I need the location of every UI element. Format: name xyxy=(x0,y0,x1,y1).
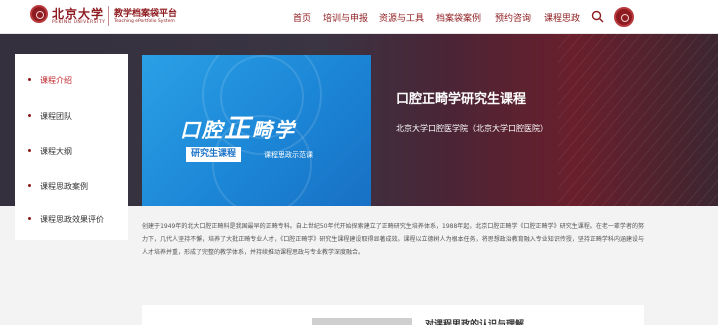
bullet-icon xyxy=(28,78,31,81)
sidebar-item-intro[interactable]: 课程介绍 xyxy=(15,75,128,86)
site-header: 北京大学 PEKING UNIVERSITY 教学档案袋平台 Teaching … xyxy=(0,0,718,34)
hero-decorative-pattern xyxy=(558,34,718,206)
sidebar-item-label: 课程思政效果评价 xyxy=(40,215,104,224)
course-banner-image: 口腔正畸学 研究生课程 课程思政示范课 xyxy=(142,55,371,206)
sidebar-item-label: 课程团队 xyxy=(40,112,72,121)
ideology-section-image xyxy=(312,318,412,325)
sidebar-item-label: 课程介绍 xyxy=(40,76,72,85)
platform-subtitle: Teaching ePortfolio System xyxy=(114,19,175,24)
banner-title: 口腔正畸学 xyxy=(180,108,296,145)
nav-training[interactable]: 培训与申报 xyxy=(323,11,368,24)
university-logo-icon[interactable] xyxy=(30,5,48,23)
platform-title[interactable]: 教学档案袋平台 xyxy=(114,6,177,19)
ideology-section-title: 对课程思政的认识与理解 xyxy=(425,320,525,325)
course-department: 北京大学口腔医学院（北京大学口腔医院） xyxy=(396,124,548,133)
banner-title-highlight: 正 xyxy=(224,114,253,144)
banner-title-part: 畸学 xyxy=(252,118,297,142)
banner-subtitle-box: 研究生课程 xyxy=(186,147,242,162)
sidebar-item-team[interactable]: 课程团队 xyxy=(15,111,128,122)
logo-divider xyxy=(108,6,109,26)
search-icon[interactable] xyxy=(591,10,604,23)
bullet-icon xyxy=(28,149,31,152)
course-sidebar: 课程介绍 课程团队 课程大纲 课程思政案例 课程思政效果评价 xyxy=(15,54,128,240)
nav-home[interactable]: 首页 xyxy=(293,11,311,24)
bullet-icon xyxy=(28,184,31,187)
bullet-icon xyxy=(28,114,31,117)
nav-portfolio-cases[interactable]: 档案袋案例 xyxy=(436,11,481,24)
nav-resources[interactable]: 资源与工具 xyxy=(379,11,424,24)
university-name-en: PEKING UNIVERSITY xyxy=(52,20,106,25)
sidebar-item-label: 课程大纲 xyxy=(40,147,72,156)
bullet-icon xyxy=(28,217,31,220)
sidebar-item-evaluation[interactable]: 课程思政效果评价 xyxy=(15,214,128,225)
banner-subtitle-text: 课程思政示范课 xyxy=(264,151,313,159)
sidebar-item-label: 课程思政案例 xyxy=(40,182,88,191)
sidebar-item-cases[interactable]: 课程思政案例 xyxy=(15,181,128,192)
sidebar-item-syllabus[interactable]: 课程大纲 xyxy=(15,146,128,157)
nav-appointment[interactable]: 预约咨询 xyxy=(495,11,531,24)
course-title: 口腔正畸学研究生课程 xyxy=(396,92,527,107)
course-intro-text: 创建于1949年的北大口腔正畸科是我国最早的正畸专科。自上世纪50年代开始探索建… xyxy=(142,223,644,256)
banner-title-part: 口腔 xyxy=(180,118,224,142)
nav-course-ideology[interactable]: 课程思政 xyxy=(544,11,580,24)
university-seal-icon[interactable] xyxy=(614,7,634,27)
